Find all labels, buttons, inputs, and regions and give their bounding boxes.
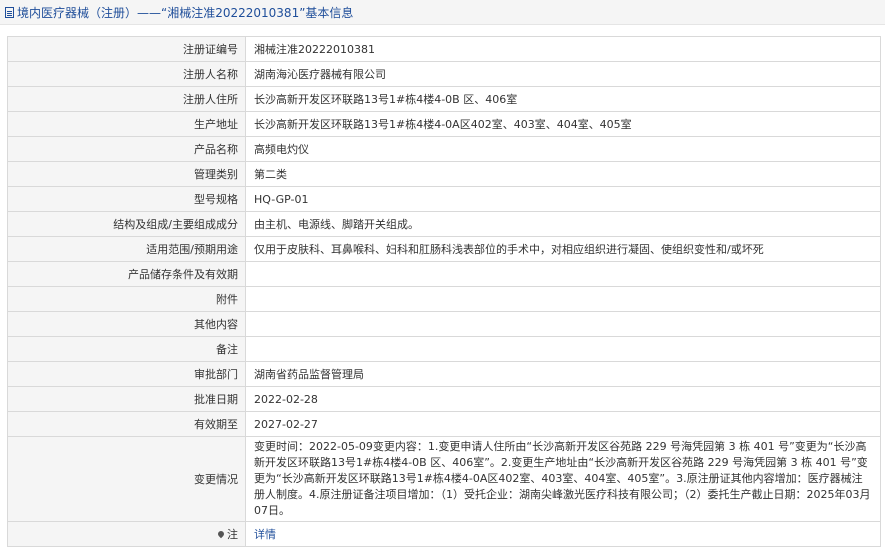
- row-label-attachment: 附件: [7, 286, 246, 312]
- table-row: 产品名称 高频电灼仪: [7, 136, 881, 162]
- row-value-category: 第二类: [245, 161, 881, 187]
- row-value-reg-no: 湘械注准20222010381: [245, 36, 881, 62]
- table-row: 附件: [7, 286, 881, 312]
- row-label-production-address: 生产地址: [7, 111, 246, 137]
- page-title-bar: 境内医疗器械（注册）——“湘械注准20222010381”基本信息: [0, 0, 885, 25]
- document-icon: [5, 6, 14, 18]
- table-row: 型号规格 HQ-GP-01: [7, 186, 881, 212]
- row-label-approval-dept: 审批部门: [7, 361, 246, 387]
- row-label-model: 型号规格: [7, 186, 246, 212]
- table-row: 适用范围/预期用途 仅用于皮肤科、耳鼻喉科、妇科和肛肠科浅表部位的手术中，对相应…: [7, 236, 881, 262]
- row-value-product-name: 高频电灼仪: [245, 136, 881, 162]
- page-title: 境内医疗器械（注册）——“湘械注准20222010381”基本信息: [17, 5, 354, 20]
- row-label-reg-no: 注册证编号: [7, 36, 246, 62]
- row-label-storage: 产品储存条件及有效期: [7, 261, 246, 287]
- row-value-attachment: [245, 286, 881, 312]
- table-row: 变更情况 变更时间：2022-05-09变更内容：1.变更申请人住所由“长沙高新…: [7, 436, 881, 522]
- row-label-category: 管理类别: [7, 161, 246, 187]
- row-label-remark: 备注: [7, 336, 246, 362]
- table-row: 批准日期 2022-02-28: [7, 386, 881, 412]
- info-table: 注册证编号 湘械注准20222010381 注册人名称 湖南海沁医疗器械有限公司…: [7, 36, 881, 547]
- row-value-approval-date: 2022-02-28: [245, 386, 881, 412]
- table-row: 注册证编号 湘械注准20222010381: [7, 36, 881, 62]
- row-value-model: HQ-GP-01: [245, 186, 881, 212]
- table-row: 生产地址 长沙高新开发区环联路13号1#栋4楼4-0A区402室、403室、40…: [7, 111, 881, 137]
- row-value-change-history: 变更时间：2022-05-09变更内容：1.变更申请人住所由“长沙高新开发区谷苑…: [245, 436, 881, 522]
- row-label-structure: 结构及组成/主要组成成分: [7, 211, 246, 237]
- note-label: 注: [227, 528, 238, 541]
- table-row: 产品储存条件及有效期: [7, 261, 881, 287]
- row-label-registrant-address: 注册人住所: [7, 86, 246, 112]
- table-row: 有效期至 2027-02-27: [7, 411, 881, 437]
- row-value-remark: [245, 336, 881, 362]
- row-value-storage: [245, 261, 881, 287]
- table-row: 结构及组成/主要组成成分 由主机、电源线、脚踏开关组成。: [7, 211, 881, 237]
- row-label-product-name: 产品名称: [7, 136, 246, 162]
- row-value-valid-until: 2027-02-27: [245, 411, 881, 437]
- table-row: 其他内容: [7, 311, 881, 337]
- row-label-note: 注: [7, 521, 246, 547]
- row-label-registrant: 注册人名称: [7, 61, 246, 87]
- table-row: 注 详情: [7, 521, 881, 547]
- table-row: 注册人名称 湖南海沁医疗器械有限公司: [7, 61, 881, 87]
- row-value-other: [245, 311, 881, 337]
- table-row: 备注: [7, 336, 881, 362]
- row-label-valid-until: 有效期至: [7, 411, 246, 437]
- pin-icon: [216, 529, 226, 539]
- table-row: 审批部门 湖南省药品监督管理局: [7, 361, 881, 387]
- table-row: 注册人住所 长沙高新开发区环联路13号1#栋4楼4-0B 区、406室: [7, 86, 881, 112]
- row-label-change-history: 变更情况: [7, 436, 246, 522]
- row-value-intended-use: 仅用于皮肤科、耳鼻喉科、妇科和肛肠科浅表部位的手术中，对相应组织进行凝固、使组织…: [245, 236, 881, 262]
- row-value-approval-dept: 湖南省药品监督管理局: [245, 361, 881, 387]
- row-label-intended-use: 适用范围/预期用途: [7, 236, 246, 262]
- row-value-registrant: 湖南海沁医疗器械有限公司: [245, 61, 881, 87]
- row-value-note: 详情: [245, 521, 881, 547]
- row-value-structure: 由主机、电源线、脚踏开关组成。: [245, 211, 881, 237]
- details-link[interactable]: 详情: [254, 528, 276, 541]
- row-value-registrant-address: 长沙高新开发区环联路13号1#栋4楼4-0B 区、406室: [245, 86, 881, 112]
- row-label-other: 其他内容: [7, 311, 246, 337]
- table-row: 管理类别 第二类: [7, 161, 881, 187]
- row-label-approval-date: 批准日期: [7, 386, 246, 412]
- row-value-production-address: 长沙高新开发区环联路13号1#栋4楼4-0A区402室、403室、404室、40…: [245, 111, 881, 137]
